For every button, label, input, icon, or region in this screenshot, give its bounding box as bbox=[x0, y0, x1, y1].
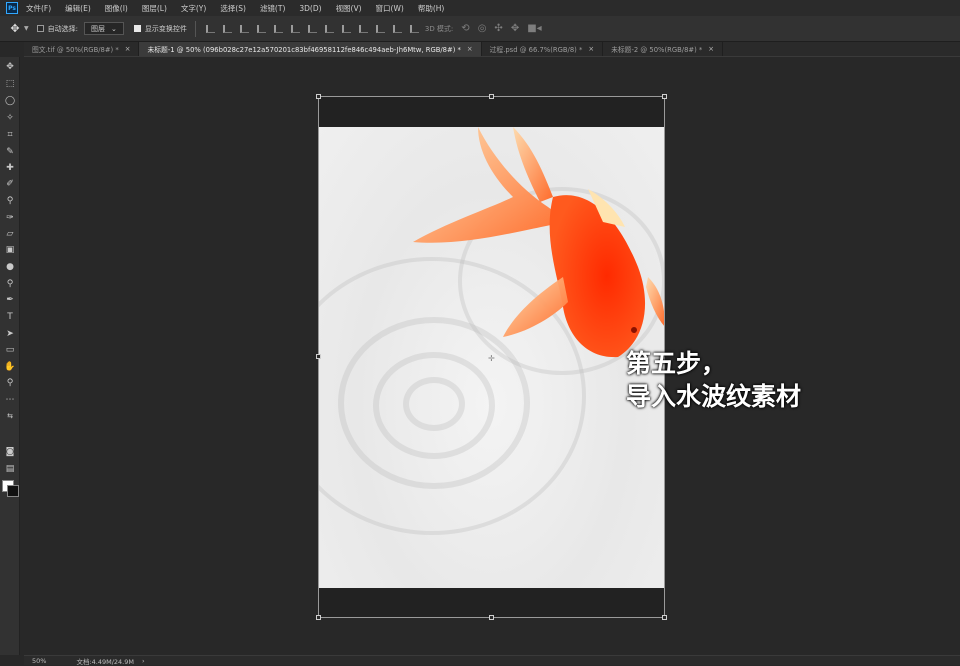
gradient-icon[interactable]: ▣ bbox=[3, 243, 17, 256]
tutorial-caption: 第五步， 导入水波纹素材 bbox=[626, 347, 801, 413]
auto-select-target-dropdown[interactable]: 图层 ⌄ bbox=[83, 22, 124, 35]
screen-mode-icon[interactable]: ▤ bbox=[3, 462, 17, 475]
distribute-bottom-icon[interactable] bbox=[340, 23, 351, 34]
align-bottom-icon[interactable] bbox=[238, 23, 249, 34]
3d-roll-icon[interactable]: ◎ bbox=[478, 23, 487, 34]
hand-icon[interactable]: ✋ bbox=[3, 360, 17, 373]
tab-document-3[interactable]: 过程.psd @ 66.7%(RGB/8) * × bbox=[482, 42, 604, 56]
distribute-hcenter-icon[interactable] bbox=[374, 23, 385, 34]
align-top-icon[interactable] bbox=[204, 23, 215, 34]
stamp-icon[interactable]: ⚲ bbox=[3, 194, 17, 207]
auto-select-checkbox[interactable] bbox=[36, 25, 44, 32]
move-tool-preset-icon[interactable]: ✥ bbox=[8, 22, 22, 35]
zoom-icon[interactable]: ⚲ bbox=[3, 376, 17, 389]
menu-window[interactable]: 窗口(W) bbox=[376, 3, 404, 14]
tools-panel: ✥ ⬚ ◯ ✧ ⌗ ✎ ✚ ✐ ⚲ ✑ ▱ ▣ ● ⚲ ✒ T ➤ ▭ ✋ ⚲ … bbox=[0, 57, 20, 655]
transform-handle-left[interactable] bbox=[316, 354, 321, 359]
auto-align-icon[interactable] bbox=[408, 23, 419, 34]
healing-icon[interactable]: ✚ bbox=[3, 161, 17, 174]
menu-image[interactable]: 图像(I) bbox=[105, 3, 128, 14]
menu-edit[interactable]: 编辑(E) bbox=[65, 3, 91, 14]
marquee-icon[interactable]: ⬚ bbox=[3, 77, 17, 90]
transform-handle-bottom-left[interactable] bbox=[316, 615, 321, 620]
magic-wand-icon[interactable]: ✧ bbox=[3, 111, 17, 124]
tab-document-1[interactable]: 图文.tif @ 50%(RGB/8#) * × bbox=[24, 42, 140, 56]
divider bbox=[194, 20, 196, 37]
menu-layer[interactable]: 图层(L) bbox=[142, 3, 167, 14]
close-icon[interactable]: × bbox=[588, 45, 594, 53]
3d-rotate-icon[interactable]: ⟲ bbox=[461, 23, 469, 34]
transform-handle-bottom[interactable] bbox=[489, 615, 494, 620]
document-size: 文档:4.49M/24.9M bbox=[76, 657, 134, 666]
caption-line-1: 第五步， bbox=[626, 349, 727, 378]
photoshop-logo-icon: Ps bbox=[6, 2, 18, 14]
eraser-icon[interactable]: ▱ bbox=[3, 227, 17, 240]
tab-label: 未标题-2 @ 50%(RGB/8#) * bbox=[611, 46, 703, 54]
show-transform-checkbox[interactable] bbox=[133, 25, 141, 32]
quick-mask-icon[interactable]: ◙ bbox=[3, 445, 17, 458]
menu-select[interactable]: 选择(S) bbox=[220, 3, 246, 14]
chevron-right-icon[interactable]: › bbox=[142, 657, 145, 665]
distribute-vcenter-icon[interactable] bbox=[323, 23, 334, 34]
transform-handle-top[interactable] bbox=[489, 94, 494, 99]
auto-select-target-value: 图层 bbox=[90, 24, 105, 33]
menu-3d[interactable]: 3D(D) bbox=[299, 4, 321, 13]
menu-file[interactable]: 文件(F) bbox=[26, 3, 51, 14]
3d-tools-group: ⟲ ◎ ✣ ✥ ■◂ bbox=[461, 23, 541, 34]
menu-filter[interactable]: 滤镜(T) bbox=[260, 3, 285, 14]
show-transform-label: 显示变换控件 bbox=[144, 24, 187, 33]
pen-icon[interactable]: ✒ bbox=[3, 293, 17, 306]
tab-label: 过程.psd @ 66.7%(RGB/8) * bbox=[489, 46, 583, 54]
3d-mode-label: 3D 模式: bbox=[424, 24, 454, 33]
tab-document-2[interactable]: 未标题-1 @ 50% (096b028c27e12a570201c83bf46… bbox=[139, 42, 482, 56]
align-horizontal-center-icon[interactable] bbox=[272, 23, 283, 34]
align-right-icon[interactable] bbox=[289, 23, 300, 34]
menu-bar: Ps 文件(F) 编辑(E) 图像(I) 图层(L) 文字(Y) 选择(S) 滤… bbox=[0, 0, 960, 16]
chevron-down-icon[interactable]: ▼ bbox=[24, 25, 29, 32]
zoom-level[interactable]: 50% bbox=[32, 657, 46, 665]
align-left-icon[interactable] bbox=[255, 23, 266, 34]
transform-handle-top-right[interactable] bbox=[662, 94, 667, 99]
brush-icon[interactable]: ✐ bbox=[3, 177, 17, 190]
tab-label: 图文.tif @ 50%(RGB/8#) * bbox=[32, 46, 119, 54]
close-icon[interactable]: × bbox=[125, 45, 131, 53]
background-color-swatch[interactable] bbox=[7, 485, 19, 497]
chevron-down-icon: ⌄ bbox=[110, 24, 117, 33]
distribute-top-icon[interactable] bbox=[306, 23, 317, 34]
options-bar: ✥ ▼ 自动选择: 图层 ⌄ 显示变换控件 3D 模式: ⟲ ◎ ✣ ✥ ■◂ bbox=[0, 16, 960, 42]
more-icon[interactable]: ⋯ bbox=[3, 393, 17, 406]
menu-view[interactable]: 视图(V) bbox=[336, 3, 362, 14]
transform-handle-bottom-right[interactable] bbox=[662, 615, 667, 620]
auto-select-label: 自动选择: bbox=[47, 24, 78, 33]
history-brush-icon[interactable]: ✑ bbox=[3, 211, 17, 224]
distribute-left-icon[interactable] bbox=[357, 23, 368, 34]
crop-icon[interactable]: ⌗ bbox=[3, 128, 17, 141]
align-vertical-center-icon[interactable] bbox=[221, 23, 232, 34]
blur-icon[interactable]: ● bbox=[3, 260, 17, 273]
distribute-right-icon[interactable] bbox=[391, 23, 402, 34]
close-icon[interactable]: × bbox=[708, 45, 714, 53]
3d-scale-icon[interactable]: ■◂ bbox=[527, 23, 541, 34]
swap-colors-icon[interactable]: ⇆ bbox=[3, 409, 17, 422]
menu-help[interactable]: 帮助(H) bbox=[418, 3, 445, 14]
dodge-icon[interactable]: ⚲ bbox=[3, 277, 17, 290]
transform-handle-top-left[interactable] bbox=[316, 94, 321, 99]
tab-document-4[interactable]: 未标题-2 @ 50%(RGB/8#) * × bbox=[603, 42, 723, 56]
move-icon[interactable]: ✥ bbox=[3, 60, 17, 73]
menu-type[interactable]: 文字(Y) bbox=[181, 3, 206, 14]
transform-center-icon[interactable]: ✛ bbox=[488, 354, 495, 363]
caption-line-2: 导入水波纹素材 bbox=[626, 382, 802, 411]
path-select-icon[interactable]: ➤ bbox=[3, 327, 17, 340]
document-tabs: 图文.tif @ 50%(RGB/8#) * × 未标题-1 @ 50% (09… bbox=[24, 42, 960, 57]
eyedropper-icon[interactable]: ✎ bbox=[3, 145, 17, 158]
close-icon[interactable]: × bbox=[467, 45, 473, 53]
3d-slide-icon[interactable]: ✥ bbox=[511, 23, 519, 34]
lasso-icon[interactable]: ◯ bbox=[3, 94, 17, 107]
align-distribute-group bbox=[204, 23, 419, 34]
rectangle-icon[interactable]: ▭ bbox=[3, 343, 17, 356]
status-bar: 50% 文档:4.49M/24.9M › bbox=[24, 655, 960, 666]
tab-label: 未标题-1 @ 50% (096b028c27e12a570201c83bf46… bbox=[147, 46, 461, 54]
3d-pan-icon[interactable]: ✣ bbox=[494, 23, 502, 34]
type-icon[interactable]: T bbox=[3, 310, 17, 323]
